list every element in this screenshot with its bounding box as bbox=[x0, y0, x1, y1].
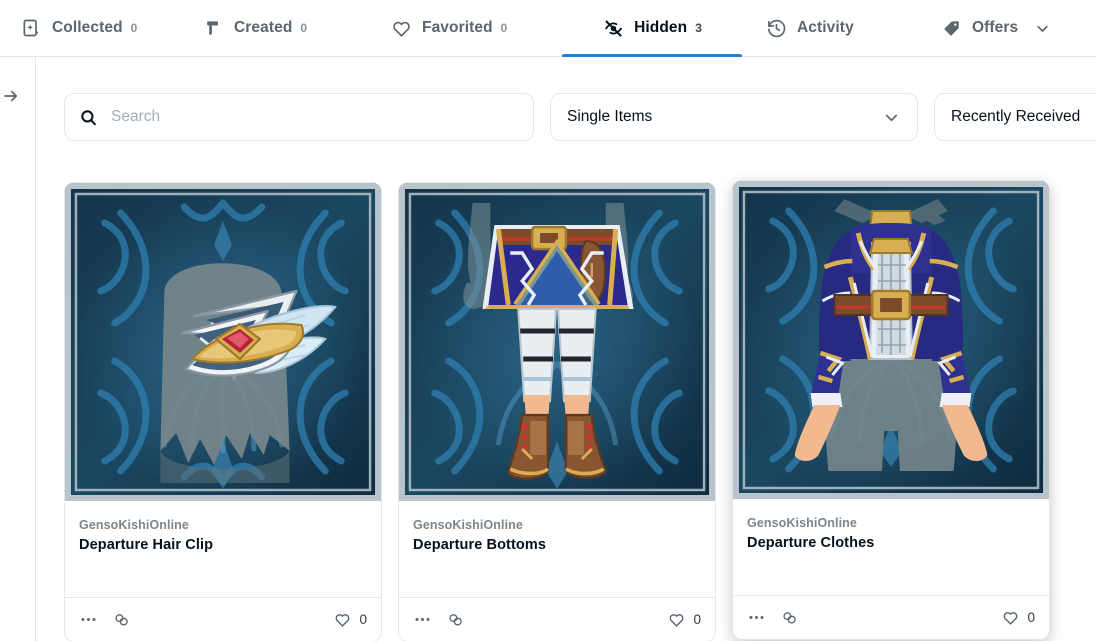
heart-icon bbox=[333, 610, 352, 629]
arrow-right-icon[interactable] bbox=[0, 85, 22, 107]
item-name: Departure Clothes bbox=[747, 535, 875, 551]
favorite-button[interactable]: 0 bbox=[667, 610, 701, 629]
collection-name: GensoKishiOnline bbox=[79, 518, 189, 532]
collection-name: GensoKishiOnline bbox=[747, 516, 857, 530]
more-options-icon[interactable] bbox=[413, 610, 432, 629]
tab-favorited-count: 0 bbox=[500, 21, 508, 35]
favorite-count: 0 bbox=[1027, 610, 1035, 625]
item-card[interactable]: GensoKishiOnline Departure Hair Clip 0 bbox=[64, 182, 382, 641]
tab-created-count: 0 bbox=[300, 21, 308, 35]
more-options-icon[interactable] bbox=[79, 610, 98, 629]
search-box[interactable] bbox=[64, 93, 534, 141]
tab-activity-label: Activity bbox=[797, 19, 854, 36]
tab-collected[interactable]: Collected 0 bbox=[18, 0, 170, 57]
item-artwork bbox=[733, 181, 1049, 499]
tab-hidden-count: 3 bbox=[695, 21, 702, 35]
tab-created-label: Created bbox=[234, 19, 293, 36]
grouping-dropdown[interactable]: Single Items bbox=[550, 93, 918, 141]
item-card[interactable]: GensoKishiOnline Departure Clothes 0 bbox=[732, 180, 1050, 640]
tab-hidden-label: Hidden bbox=[634, 19, 688, 36]
tab-collected-count: 0 bbox=[130, 21, 138, 35]
favorite-button[interactable]: 0 bbox=[1001, 608, 1035, 627]
item-artwork bbox=[399, 183, 715, 501]
chain-link-icon[interactable] bbox=[780, 608, 799, 627]
profile-page: Collected 0 Created 0 Favorited 0 Hidden… bbox=[0, 0, 1096, 641]
eye-slash-icon bbox=[602, 17, 624, 39]
collected-icon bbox=[20, 17, 42, 39]
item-card-footer: 0 bbox=[399, 597, 715, 641]
sort-dropdown[interactable]: Recently Received bbox=[934, 93, 1096, 141]
items-content-area: Single Items Recently Received bbox=[36, 57, 1096, 641]
item-name: Departure Hair Clip bbox=[79, 537, 214, 553]
tab-offers-label: Offers bbox=[972, 19, 1019, 36]
tag-icon bbox=[940, 17, 962, 39]
item-card-footer: 0 bbox=[733, 595, 1049, 639]
item-card-info: GensoKishiOnline Departure Clothes bbox=[733, 499, 1049, 597]
collection-name: GensoKishiOnline bbox=[413, 518, 523, 532]
chevron-down-icon bbox=[882, 108, 901, 127]
filter-toolbar: Single Items Recently Received bbox=[64, 93, 1096, 141]
heart-icon bbox=[1001, 608, 1020, 627]
item-artwork bbox=[65, 183, 381, 501]
favorite-count: 0 bbox=[359, 612, 367, 627]
clothes-artwork bbox=[733, 181, 1049, 499]
search-input[interactable] bbox=[111, 108, 519, 126]
item-card[interactable]: GensoKishiOnline Departure Bottoms 0 bbox=[398, 182, 716, 641]
tab-offers[interactable]: Offers bbox=[940, 0, 1080, 57]
sort-dropdown-label: Recently Received bbox=[951, 108, 1081, 125]
tab-favorited-label: Favorited bbox=[422, 19, 493, 36]
profile-tab-bar: Collected 0 Created 0 Favorited 0 Hidden… bbox=[0, 0, 1096, 57]
item-name: Departure Bottoms bbox=[413, 537, 547, 553]
heart-icon bbox=[390, 17, 412, 39]
tab-activity[interactable]: Activity bbox=[765, 0, 905, 57]
favorite-count: 0 bbox=[693, 612, 701, 627]
item-card-footer: 0 bbox=[65, 597, 381, 641]
favorite-button[interactable]: 0 bbox=[333, 610, 367, 629]
tab-created[interactable]: Created 0 bbox=[202, 0, 350, 57]
clock-rewind-icon bbox=[765, 17, 787, 39]
tab-collected-label: Collected bbox=[52, 19, 123, 36]
bottoms-artwork bbox=[399, 183, 715, 501]
chain-link-icon[interactable] bbox=[446, 610, 465, 629]
search-icon bbox=[79, 108, 98, 127]
hair-clip-artwork bbox=[65, 183, 381, 501]
chain-link-icon[interactable] bbox=[112, 610, 131, 629]
tab-hidden[interactable]: Hidden 3 bbox=[562, 0, 742, 57]
more-options-icon[interactable] bbox=[747, 608, 766, 627]
grouping-dropdown-label: Single Items bbox=[567, 108, 653, 125]
heart-icon bbox=[667, 610, 686, 629]
tab-favorited[interactable]: Favorited 0 bbox=[390, 0, 550, 57]
item-card-info: GensoKishiOnline Departure Hair Clip bbox=[65, 501, 381, 599]
left-sidebar-rail bbox=[0, 57, 36, 641]
created-icon bbox=[202, 17, 224, 39]
chevron-down-icon[interactable] bbox=[1034, 20, 1051, 37]
item-card-info: GensoKishiOnline Departure Bottoms bbox=[399, 501, 715, 599]
